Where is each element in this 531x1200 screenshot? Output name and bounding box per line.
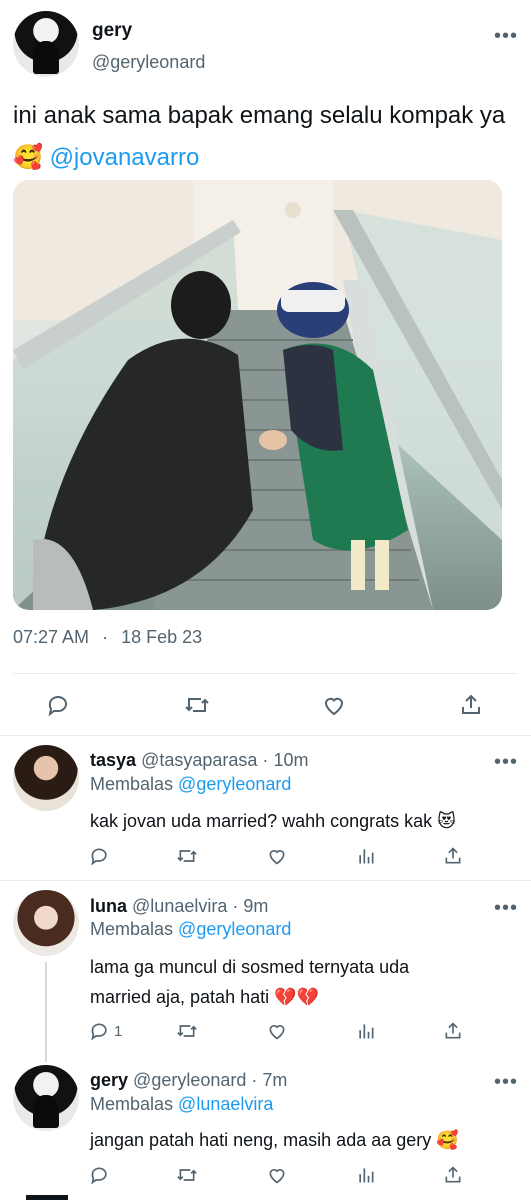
- more-icon[interactable]: •••: [494, 898, 518, 918]
- reply-author-name[interactable]: luna: [90, 896, 127, 916]
- reply-text: jangan patah hati neng, masih ada aa ger…: [90, 1130, 459, 1150]
- tweet-time: 07:27 AM: [13, 627, 90, 647]
- more-icon[interactable]: •••: [494, 752, 518, 772]
- timestamp-separator: ·: [102, 627, 109, 647]
- reply-time[interactable]: 10m: [273, 750, 308, 770]
- reply-author-name[interactable]: tasya: [90, 750, 136, 770]
- more-icon[interactable]: •••: [494, 1072, 518, 1092]
- reply-author-handle[interactable]: @geryleonard: [133, 1070, 246, 1090]
- reply-time[interactable]: 7m: [262, 1070, 287, 1090]
- reply-author-name[interactable]: gery: [90, 1070, 128, 1090]
- reply-author-handle[interactable]: @lunaelvira: [132, 896, 227, 916]
- reply-icon[interactable]: 1: [90, 1021, 122, 1041]
- tweet-mention[interactable]: @jovanavarro: [50, 144, 200, 171]
- heart-icon[interactable]: [319, 690, 349, 720]
- reply-text: kak jovan uda married? wahh congrats kak…: [90, 811, 456, 831]
- replying-to-label: Membalas: [90, 1094, 174, 1114]
- tweet-text: ini anak sama bapak emang selalu kompak …: [13, 95, 518, 179]
- thread-connector: [45, 962, 47, 1062]
- retweet-icon[interactable]: [182, 690, 212, 720]
- reply-time-separator: ·: [251, 1070, 258, 1090]
- replying-to: Membalas @geryleonard: [90, 774, 291, 800]
- replying-to-handle[interactable]: @geryleonard: [178, 919, 291, 939]
- retweet-icon[interactable]: [176, 1021, 198, 1041]
- replying-to-handle[interactable]: @geryleonard: [178, 774, 291, 794]
- reply-icon[interactable]: [90, 1165, 114, 1185]
- reply-header: tasya @tasyaparasa · 10m: [90, 750, 308, 776]
- more-icon[interactable]: •••: [494, 26, 518, 46]
- heart-icon[interactable]: [266, 846, 288, 866]
- share-icon[interactable]: [456, 690, 486, 720]
- tweet-timestamp[interactable]: 07:27 AM · 18 Feb 23: [13, 627, 202, 648]
- replying-to-label: Membalas: [90, 919, 174, 939]
- reply-avatar[interactable]: [13, 745, 79, 811]
- share-icon[interactable]: [443, 1021, 463, 1041]
- reply-text: lama ga muncul di sosmed ternyata uda ma…: [90, 957, 410, 1007]
- author-name[interactable]: gery: [92, 20, 132, 42]
- stats-icon[interactable]: [356, 846, 376, 866]
- reply-avatar[interactable]: [13, 1065, 79, 1131]
- divider: [13, 673, 518, 674]
- reply-count: 1: [114, 1022, 123, 1040]
- retweet-icon[interactable]: [176, 1165, 198, 1185]
- tweet-photo[interactable]: [13, 180, 502, 610]
- divider: [0, 880, 531, 881]
- retweet-icon[interactable]: [176, 846, 198, 866]
- reply-avatar[interactable]: [13, 890, 79, 956]
- replying-to: Membalas @lunaelvira: [90, 1094, 273, 1120]
- reply-author-handle[interactable]: @tasyaparasa: [141, 750, 257, 770]
- heart-icon[interactable]: [266, 1165, 288, 1185]
- tweet-date: 18 Feb 23: [121, 627, 203, 647]
- stats-icon[interactable]: [356, 1021, 376, 1041]
- share-icon[interactable]: [443, 846, 463, 866]
- replying-to-label: Membalas: [90, 774, 174, 794]
- divider: [0, 735, 531, 736]
- replying-to-handle[interactable]: @lunaelvira: [178, 1094, 273, 1114]
- reply-time[interactable]: 9m: [243, 896, 268, 916]
- author-handle[interactable]: @geryleonard: [92, 52, 205, 73]
- stats-icon[interactable]: [356, 1165, 376, 1185]
- author-avatar[interactable]: [13, 11, 79, 77]
- reply-icon[interactable]: [90, 846, 114, 866]
- share-icon[interactable]: [443, 1165, 463, 1185]
- heart-icon[interactable]: [266, 1021, 288, 1041]
- reply-icon[interactable]: [44, 690, 74, 720]
- reply-header: gery @geryleonard · 7m: [90, 1070, 287, 1096]
- reply-time-separator: ·: [262, 750, 269, 770]
- replying-to: Membalas @geryleonard: [90, 919, 291, 945]
- bottom-bar: [26, 1195, 68, 1200]
- reply-time-separator: ·: [232, 896, 239, 916]
